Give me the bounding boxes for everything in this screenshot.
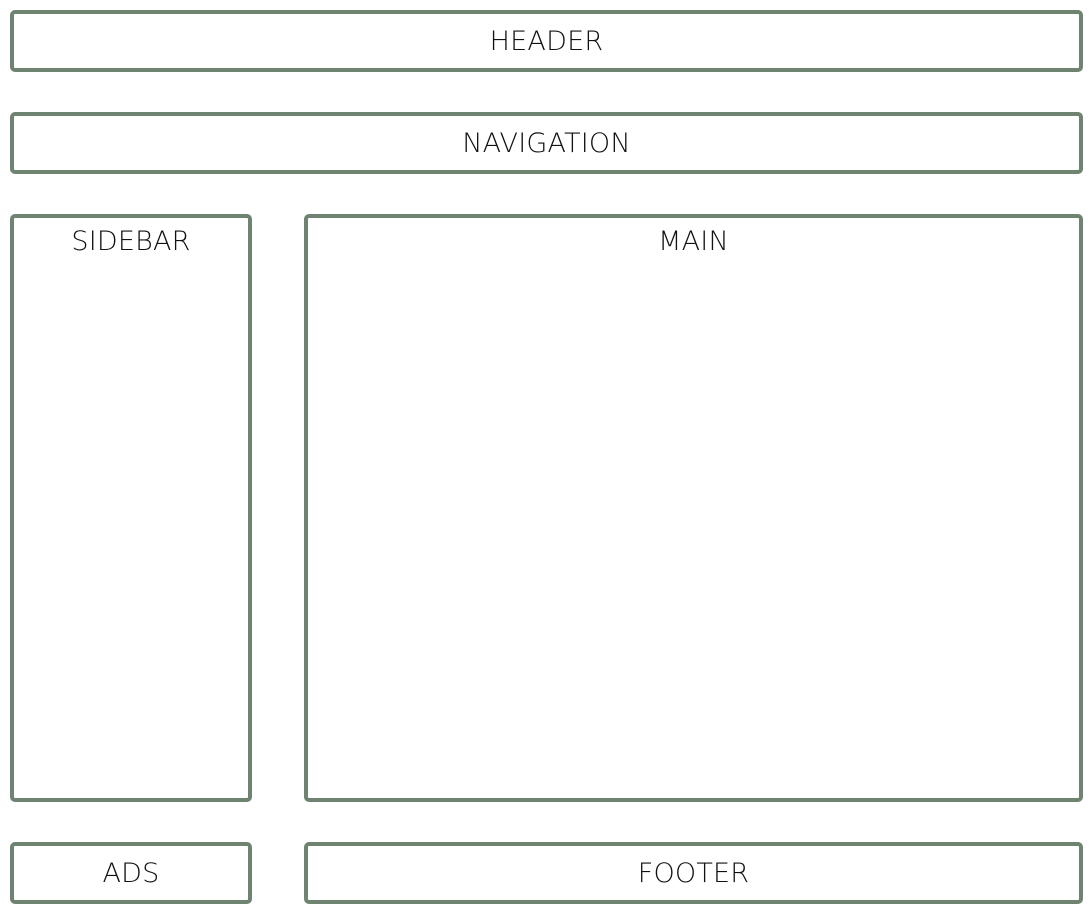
main-label: MAIN [658,226,729,257]
navigation-label: NAVIGATION [462,127,631,159]
header-label: HEADER [489,25,604,57]
ads-label: ADS [102,857,160,889]
footer-label: FOOTER [637,857,750,889]
navigation-region: NAVIGATION [10,112,1083,174]
header-region: HEADER [10,10,1083,72]
sidebar-region: SIDEBAR [10,214,252,802]
footer-region: FOOTER [304,842,1083,904]
main-region: MAIN [304,214,1083,802]
ads-region: ADS [10,842,252,904]
sidebar-label: SIDEBAR [71,226,191,257]
